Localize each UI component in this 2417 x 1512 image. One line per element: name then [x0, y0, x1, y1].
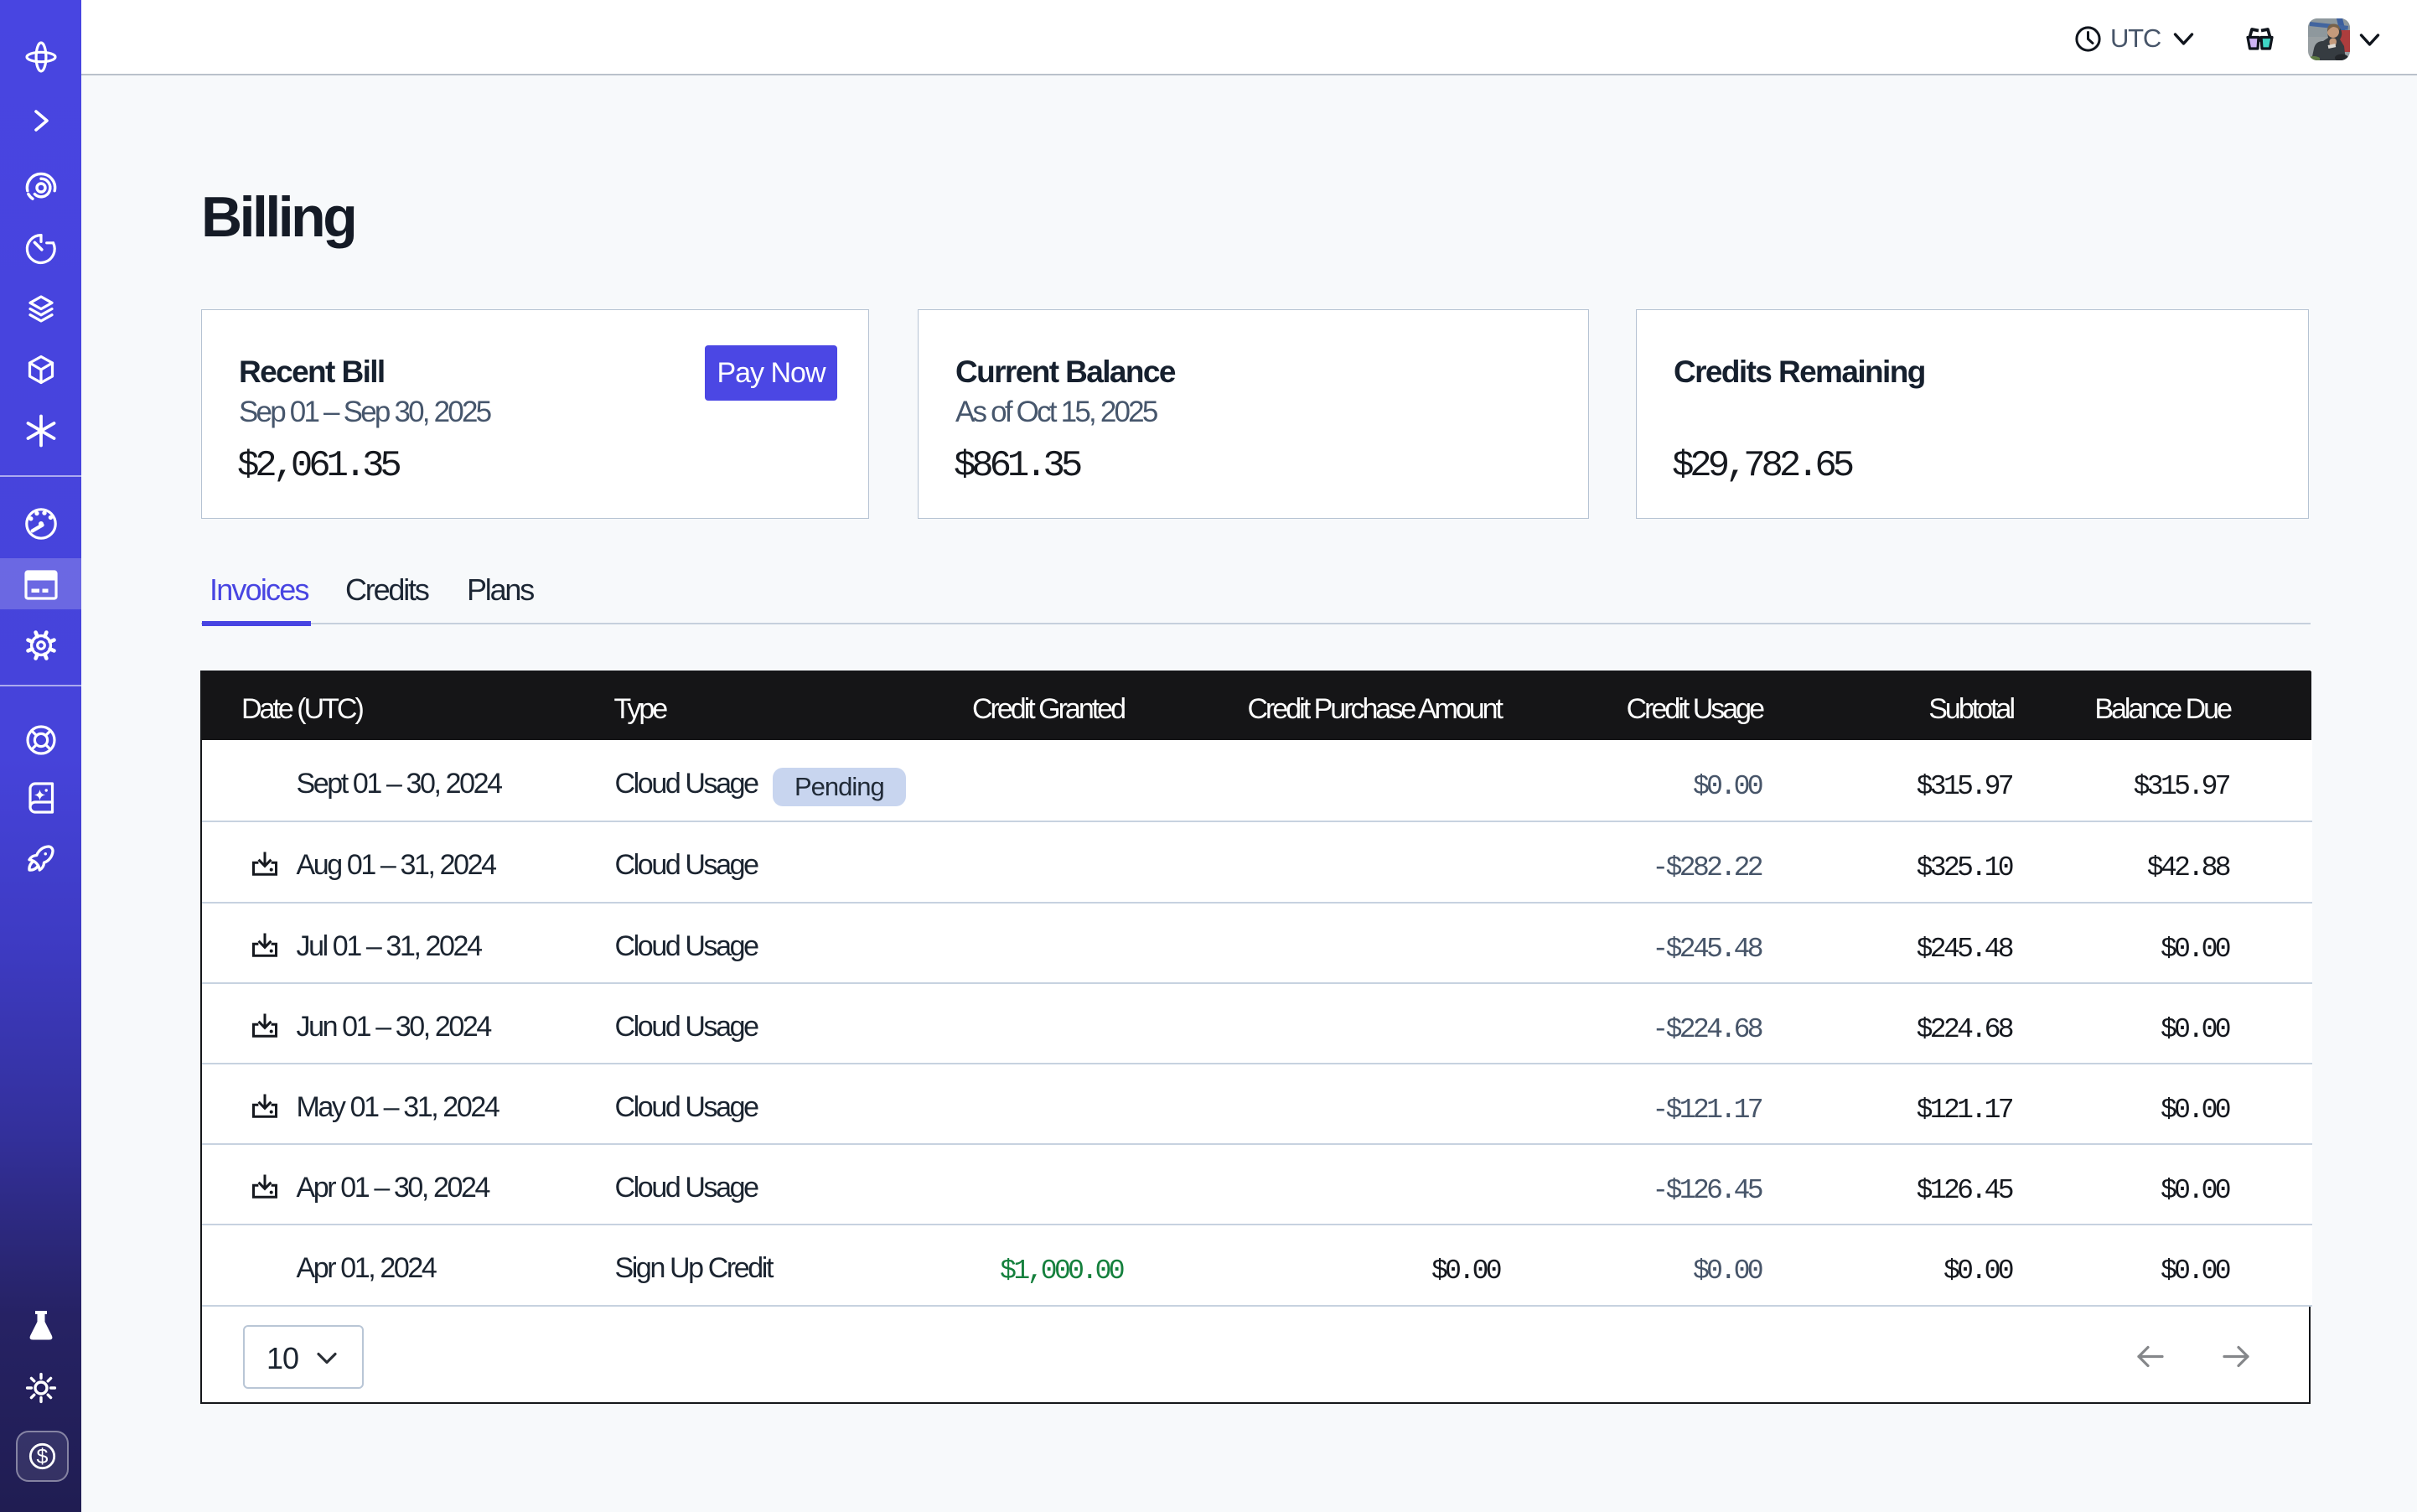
svg-text:$: $: [37, 1445, 49, 1468]
